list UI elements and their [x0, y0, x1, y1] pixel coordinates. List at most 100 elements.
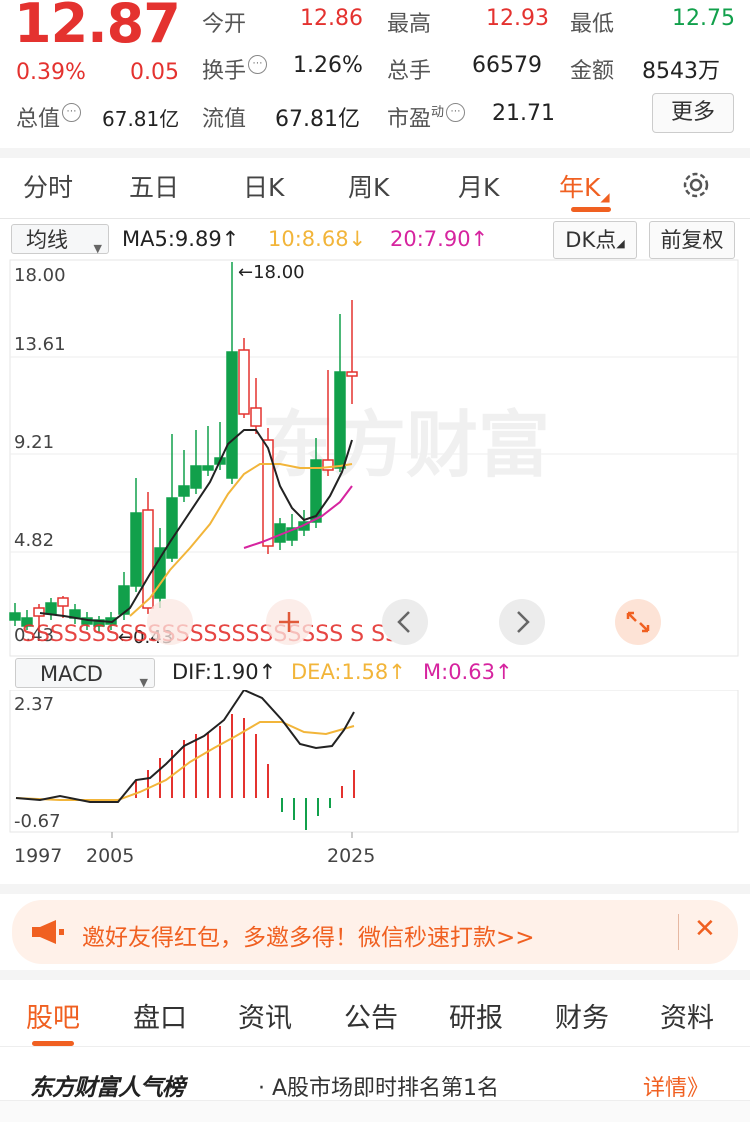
banner-text[interactable]: 邀好友得红包，多邀多得！微信秒速打款>> [82, 918, 535, 952]
tabs-divider [0, 218, 750, 219]
tab-forum[interactable]: 股吧 [26, 996, 80, 1035]
tab-monthly-k[interactable]: 月K [458, 168, 499, 204]
candle-body [45, 602, 57, 615]
low-value: 12.75 [672, 6, 735, 31]
volume-label: 总手 [387, 59, 432, 84]
corner-triangle-icon: ◢ [600, 190, 610, 204]
section-divider [0, 884, 750, 894]
tab-news[interactable]: 资讯 [238, 996, 292, 1035]
megaphone-icon [32, 920, 64, 944]
tab-yearly-k[interactable]: 年K◢ [559, 168, 610, 204]
macd-indicator-select[interactable]: MACD ▼ [15, 658, 155, 689]
y-tick-label: 13.61 [14, 334, 66, 355]
candle-body [57, 597, 69, 607]
ma10-readout: 10:8.68↓ [268, 227, 367, 251]
candle-body [346, 371, 358, 377]
dk-point-button[interactable]: DK点◢ [553, 221, 637, 259]
amount-label: 金额 [570, 59, 615, 84]
candle-body [142, 509, 154, 609]
candle-body [250, 407, 262, 427]
change-amount: 0.05 [130, 60, 179, 85]
ma5-readout: MA5:9.89↑ [122, 227, 240, 251]
close-icon[interactable]: ✕ [694, 914, 716, 944]
scroll-left-button[interactable] [382, 599, 428, 645]
tab-order-book[interactable]: 盘口 [133, 996, 187, 1035]
turnover-value: 1.26% [293, 53, 363, 78]
banner-separator [678, 914, 679, 950]
info-icon[interactable]: ⋯ [248, 55, 268, 74]
dea-readout: DEA:1.58↑ [291, 660, 406, 684]
zoom-out-button[interactable] [147, 599, 193, 645]
volume-value: 66579 [472, 53, 542, 78]
high-label: 最高 [387, 12, 432, 37]
y-tick-label: 2.37 [14, 694, 54, 715]
high-value: 12.93 [486, 6, 549, 31]
section-divider [0, 148, 750, 158]
tab-intraday[interactable]: 分时 [23, 168, 73, 204]
candle-body [334, 371, 346, 469]
fullscreen-button[interactable] [615, 599, 661, 645]
candle-body [166, 497, 178, 559]
low-label: 最低 [570, 12, 615, 37]
max-price-annotation: ←18.00 [238, 262, 305, 283]
candle-body [9, 612, 21, 621]
candle-body [226, 351, 238, 479]
ranking-details-link[interactable]: 详情》 [643, 1070, 709, 1102]
candle-body [130, 512, 142, 587]
dif-readout: DIF:1.90↑ [172, 660, 277, 684]
zoom-in-button[interactable] [266, 599, 312, 645]
pe-label: 市盈动 ⋯ [387, 101, 466, 133]
y-tick-label: -0.67 [14, 811, 61, 832]
tab-weekly-k[interactable]: 周K [348, 168, 389, 204]
watermark: 东方财富 [262, 403, 550, 487]
open-label: 今开 [202, 12, 247, 37]
candle-body [238, 349, 250, 415]
market-cap-value: 67.81亿 [102, 107, 180, 131]
float-cap-value: 67.81亿 [275, 107, 360, 132]
invite-banner[interactable]: 邀好友得红包，多邀多得！微信秒速打款>> ✕ [12, 900, 738, 964]
signal-markers: SSSSSSSSSSSSSSSSSSSSSSS S SS [22, 622, 399, 647]
ma-indicator-select[interactable]: 均线 ▼ [11, 224, 109, 255]
macd-frame [9, 690, 739, 833]
m-readout: M:0.63↑ [423, 660, 513, 684]
open-value: 12.86 [300, 6, 363, 31]
settings-gear-icon[interactable] [678, 167, 714, 203]
corner-triangle-icon: ◢ [616, 237, 625, 250]
tab-research[interactable]: 研报 [449, 996, 503, 1035]
section-divider [0, 970, 750, 980]
tabs-divider [0, 1046, 750, 1047]
info-icon[interactable]: ⋯ [446, 103, 466, 122]
macd-chart[interactable]: 2.37 -0.67 1997 2005 2025 [0, 690, 750, 890]
pe-value: 21.71 [492, 101, 555, 126]
y-tick-label: 9.21 [14, 432, 54, 453]
x-tick-label: 2005 [86, 845, 134, 867]
bottom-toolbar [0, 1100, 750, 1122]
kline-chart[interactable]: 东方财富 18.00 13.61 9.21 4.82 0.43 ←18.00 ←… [0, 258, 750, 658]
x-tick-label: 1997 [14, 845, 62, 867]
ranking-subtitle: · A股市场即时排名第1名 [258, 1076, 500, 1101]
float-cap-label: 流值 [202, 107, 247, 132]
tab-five-day[interactable]: 五日 [129, 168, 179, 204]
candle-body [190, 465, 202, 489]
current-price: 12.87 [14, 0, 181, 55]
adjust-button[interactable]: 前复权 [649, 221, 735, 259]
info-icon[interactable]: ⋯ [62, 103, 82, 122]
candle-body [33, 607, 45, 617]
more-button[interactable]: 更多 [652, 93, 734, 133]
scroll-right-button[interactable] [499, 599, 545, 645]
candle-body [202, 465, 214, 471]
y-tick-label: 4.82 [14, 530, 54, 551]
tab-daily-k[interactable]: 日K [243, 168, 284, 204]
change-percent: 0.39% [16, 60, 86, 85]
tab-profile[interactable]: 资料 [660, 996, 714, 1035]
amount-value: 8543万 [642, 59, 720, 84]
candle-body [178, 485, 190, 497]
tab-financials[interactable]: 财务 [555, 996, 609, 1035]
turnover-label: 换手 ⋯ [202, 53, 268, 85]
y-tick-label: 18.00 [14, 265, 66, 286]
ma20-readout: 20:7.90↑ [390, 227, 489, 251]
active-tab-indicator [571, 207, 611, 212]
tab-announcements[interactable]: 公告 [344, 996, 398, 1035]
market-cap-label: 总值 ⋯ [16, 101, 82, 133]
popularity-ranking-title: 东方财富人气榜 [30, 1075, 185, 1101]
